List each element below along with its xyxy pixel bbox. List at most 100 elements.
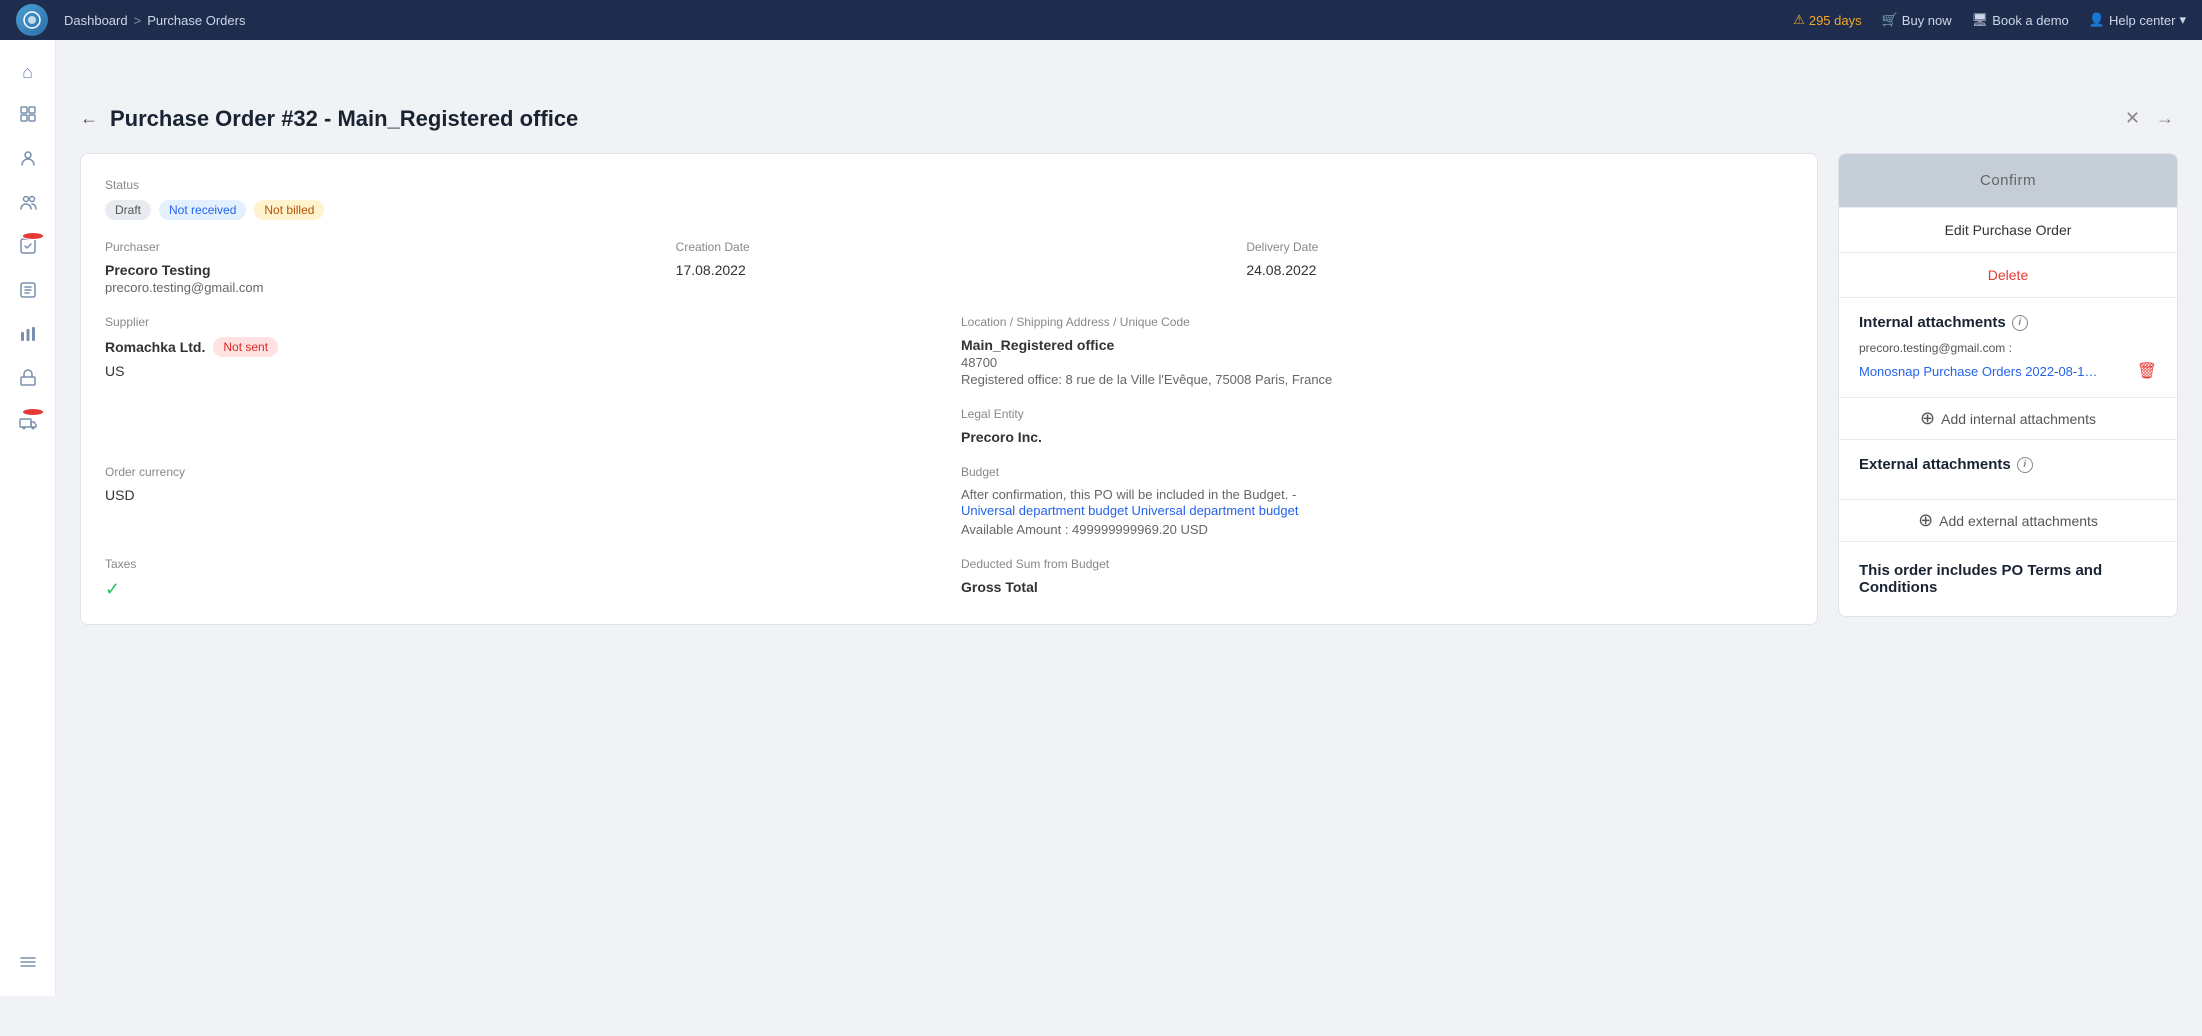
deducted-sum-section: Deducted Sum from Budget Gross Total <box>961 557 1793 600</box>
uploader-label: precoro.testing@gmail.com : <box>1859 341 2157 355</box>
budget-label: Budget <box>961 465 1793 479</box>
info-grid-row4: Order currency USD Budget After confirma… <box>105 465 1793 537</box>
location-section: Location / Shipping Address / Unique Cod… <box>961 315 1793 387</box>
purchaser-name: Precoro Testing <box>105 262 652 278</box>
delivery-date-value: 24.08.2022 <box>1246 262 1793 278</box>
location-label: Location / Shipping Address / Unique Cod… <box>961 315 1793 329</box>
buy-now-btn[interactable]: 🛒 Buy now <box>1882 12 1952 28</box>
purchaser-label: Purchaser <box>105 240 652 254</box>
sidebar-item-orders[interactable] <box>8 272 48 312</box>
attachment-row: Monosnap Purchase Orders 2022-08-17 10-3… <box>1859 361 2157 381</box>
taxes-section: Taxes ✓ <box>105 557 937 600</box>
status-label: Status <box>105 178 1793 192</box>
page-header: ← Purchase Order #32 - Main_Registered o… <box>80 104 2178 133</box>
breadcrumb-purchase-orders[interactable]: Purchase Orders <box>147 13 245 28</box>
po-terms-section: This order includes PO Terms and Conditi… <box>1839 541 2177 616</box>
sidebar-item-catalog[interactable] <box>8 96 48 136</box>
app-logo <box>16 4 48 36</box>
edit-purchase-order-button[interactable]: Edit Purchase Order <box>1839 207 2177 253</box>
close-icon[interactable]: ✕ <box>2121 104 2144 133</box>
taxes-check-icon: ✓ <box>105 579 120 599</box>
creation-date-section: Creation Date 17.08.2022 <box>676 240 1223 295</box>
delete-button[interactable]: Delete <box>1839 253 2177 298</box>
budget-link[interactable]: Universal department budget Universal de… <box>961 503 1298 518</box>
legal-entity-value: Precoro Inc. <box>961 429 1793 445</box>
top-nav: Dashboard > Purchase Orders ⚠ 295 days 🛒… <box>0 0 2202 40</box>
supplier-row: Romachka Ltd. Not sent <box>105 337 937 357</box>
nav-right: ⚠ 295 days 🛒 Buy now 🖥 Book a demo 👤 Hel… <box>1793 12 2186 28</box>
breadcrumb-sep1: > <box>134 13 142 28</box>
supplier-label: Supplier <box>105 315 937 329</box>
order-currency-label: Order currency <box>105 465 937 479</box>
back-button[interactable]: ← <box>80 108 98 129</box>
delete-attachment-button[interactable]: 🗑 <box>2137 361 2157 381</box>
purchaser-section: Purchaser Precoro Testing precoro.testin… <box>105 240 652 295</box>
help-center-btn[interactable]: 👤 Help center ▾ <box>2089 12 2186 28</box>
internal-attachments-section: Internal attachments i precoro.testing@g… <box>1839 298 2177 397</box>
status-section: Status Draft Not received Not billed <box>105 178 1793 220</box>
external-attachments-info-icon[interactable]: i <box>2017 457 2033 473</box>
delivery-date-section: Delivery Date 24.08.2022 <box>1246 240 1793 295</box>
budget-description: After confirmation, this PO will be incl… <box>961 487 1793 502</box>
book-demo-btn[interactable]: 🖥 Book a demo <box>1972 12 2069 28</box>
menu-icon <box>18 952 38 977</box>
internal-attachments-info-icon[interactable]: i <box>2012 315 2028 331</box>
orders-icon <box>18 280 38 305</box>
add-internal-attachments-button[interactable]: ⊕ Add internal attachments <box>1839 397 2177 439</box>
sidebar-item-inventory[interactable] <box>8 360 48 400</box>
content-area: Status Draft Not received Not billed Pur… <box>80 153 2178 625</box>
info-grid-row2: Supplier Romachka Ltd. Not sent US Locat… <box>105 315 1793 387</box>
attachment-link[interactable]: Monosnap Purchase Orders 2022-08-17 10-3… <box>1859 364 2099 379</box>
next-icon[interactable]: → <box>2152 104 2178 133</box>
deducted-sum-value: Gross Total <box>961 579 1793 595</box>
order-currency-value: USD <box>105 487 937 503</box>
main-content: ← Purchase Order #32 - Main_Registered o… <box>56 80 2202 1036</box>
location-code: 48700 <box>961 355 1793 370</box>
page-title: Purchase Order #32 - Main_Registered off… <box>110 106 578 132</box>
external-attachments-title: External attachments i <box>1859 456 2157 473</box>
reports-icon <box>18 324 38 349</box>
budget-available: Available Amount : 499999999969.20 USD <box>961 522 1793 537</box>
add-circle-icon: ⊕ <box>1920 408 1935 429</box>
supplier-name: Romachka Ltd. <box>105 339 205 355</box>
add-external-attachments-button[interactable]: ⊕ Add external attachments <box>1839 499 2177 541</box>
sidebar-item-home[interactable]: ⌂ <box>8 52 48 92</box>
warning-icon: ⚠ <box>1793 12 1805 28</box>
trial-warning[interactable]: ⚠ 295 days <box>1793 12 1861 28</box>
status-not-billed-badge: Not billed <box>254 200 324 220</box>
legal-entity-label: Legal Entity <box>961 407 1793 421</box>
inventory-icon <box>18 368 38 393</box>
main-card: Status Draft Not received Not billed Pur… <box>80 153 1818 625</box>
sidebar-item-settings[interactable] <box>8 944 48 984</box>
creation-date-value: 17.08.2022 <box>676 262 1223 278</box>
supplier-country: US <box>105 363 937 379</box>
sidebar-item-users[interactable] <box>8 140 48 180</box>
demo-icon: 🖥 <box>1972 12 1989 28</box>
breadcrumb-dashboard[interactable]: Dashboard <box>64 13 128 28</box>
external-attachments-section: External attachments i <box>1839 439 2177 499</box>
catalog-icon <box>18 104 38 129</box>
cart-icon: 🛒 <box>1882 12 1898 28</box>
internal-attachments-title: Internal attachments i <box>1859 314 2157 331</box>
help-icon: 👤 <box>2089 12 2105 28</box>
legal-entity-section: Legal Entity Precoro Inc. <box>961 407 1793 445</box>
tasks-badge <box>22 232 44 240</box>
right-panel: Confirm Edit Purchase Order Delete Inter… <box>1838 153 2178 617</box>
sidebar-item-contacts[interactable] <box>8 184 48 224</box>
supplier-section: Supplier Romachka Ltd. Not sent US <box>105 315 937 387</box>
info-grid-row5: Taxes ✓ Deducted Sum from Budget Gross T… <box>105 557 1793 600</box>
sidebar-item-delivery[interactable] <box>8 404 48 444</box>
deducted-sum-label: Deducted Sum from Budget <box>961 557 1793 571</box>
confirm-button[interactable]: Confirm <box>1839 154 2177 207</box>
breadcrumb: Dashboard > Purchase Orders <box>64 13 1785 28</box>
location-address: Registered office: 8 rue de la Ville l'E… <box>961 372 1793 387</box>
sidebar: ⌂ <box>0 40 56 996</box>
page-header-left: ← Purchase Order #32 - Main_Registered o… <box>80 106 578 132</box>
status-not-received-badge: Not received <box>159 200 246 220</box>
sidebar-item-reports[interactable] <box>8 316 48 356</box>
delivery-date-label: Delivery Date <box>1246 240 1793 254</box>
creation-date-label: Creation Date <box>676 240 1223 254</box>
sidebar-item-tasks[interactable] <box>8 228 48 268</box>
empty-left <box>105 407 937 445</box>
purchaser-email: precoro.testing@gmail.com <box>105 280 652 295</box>
